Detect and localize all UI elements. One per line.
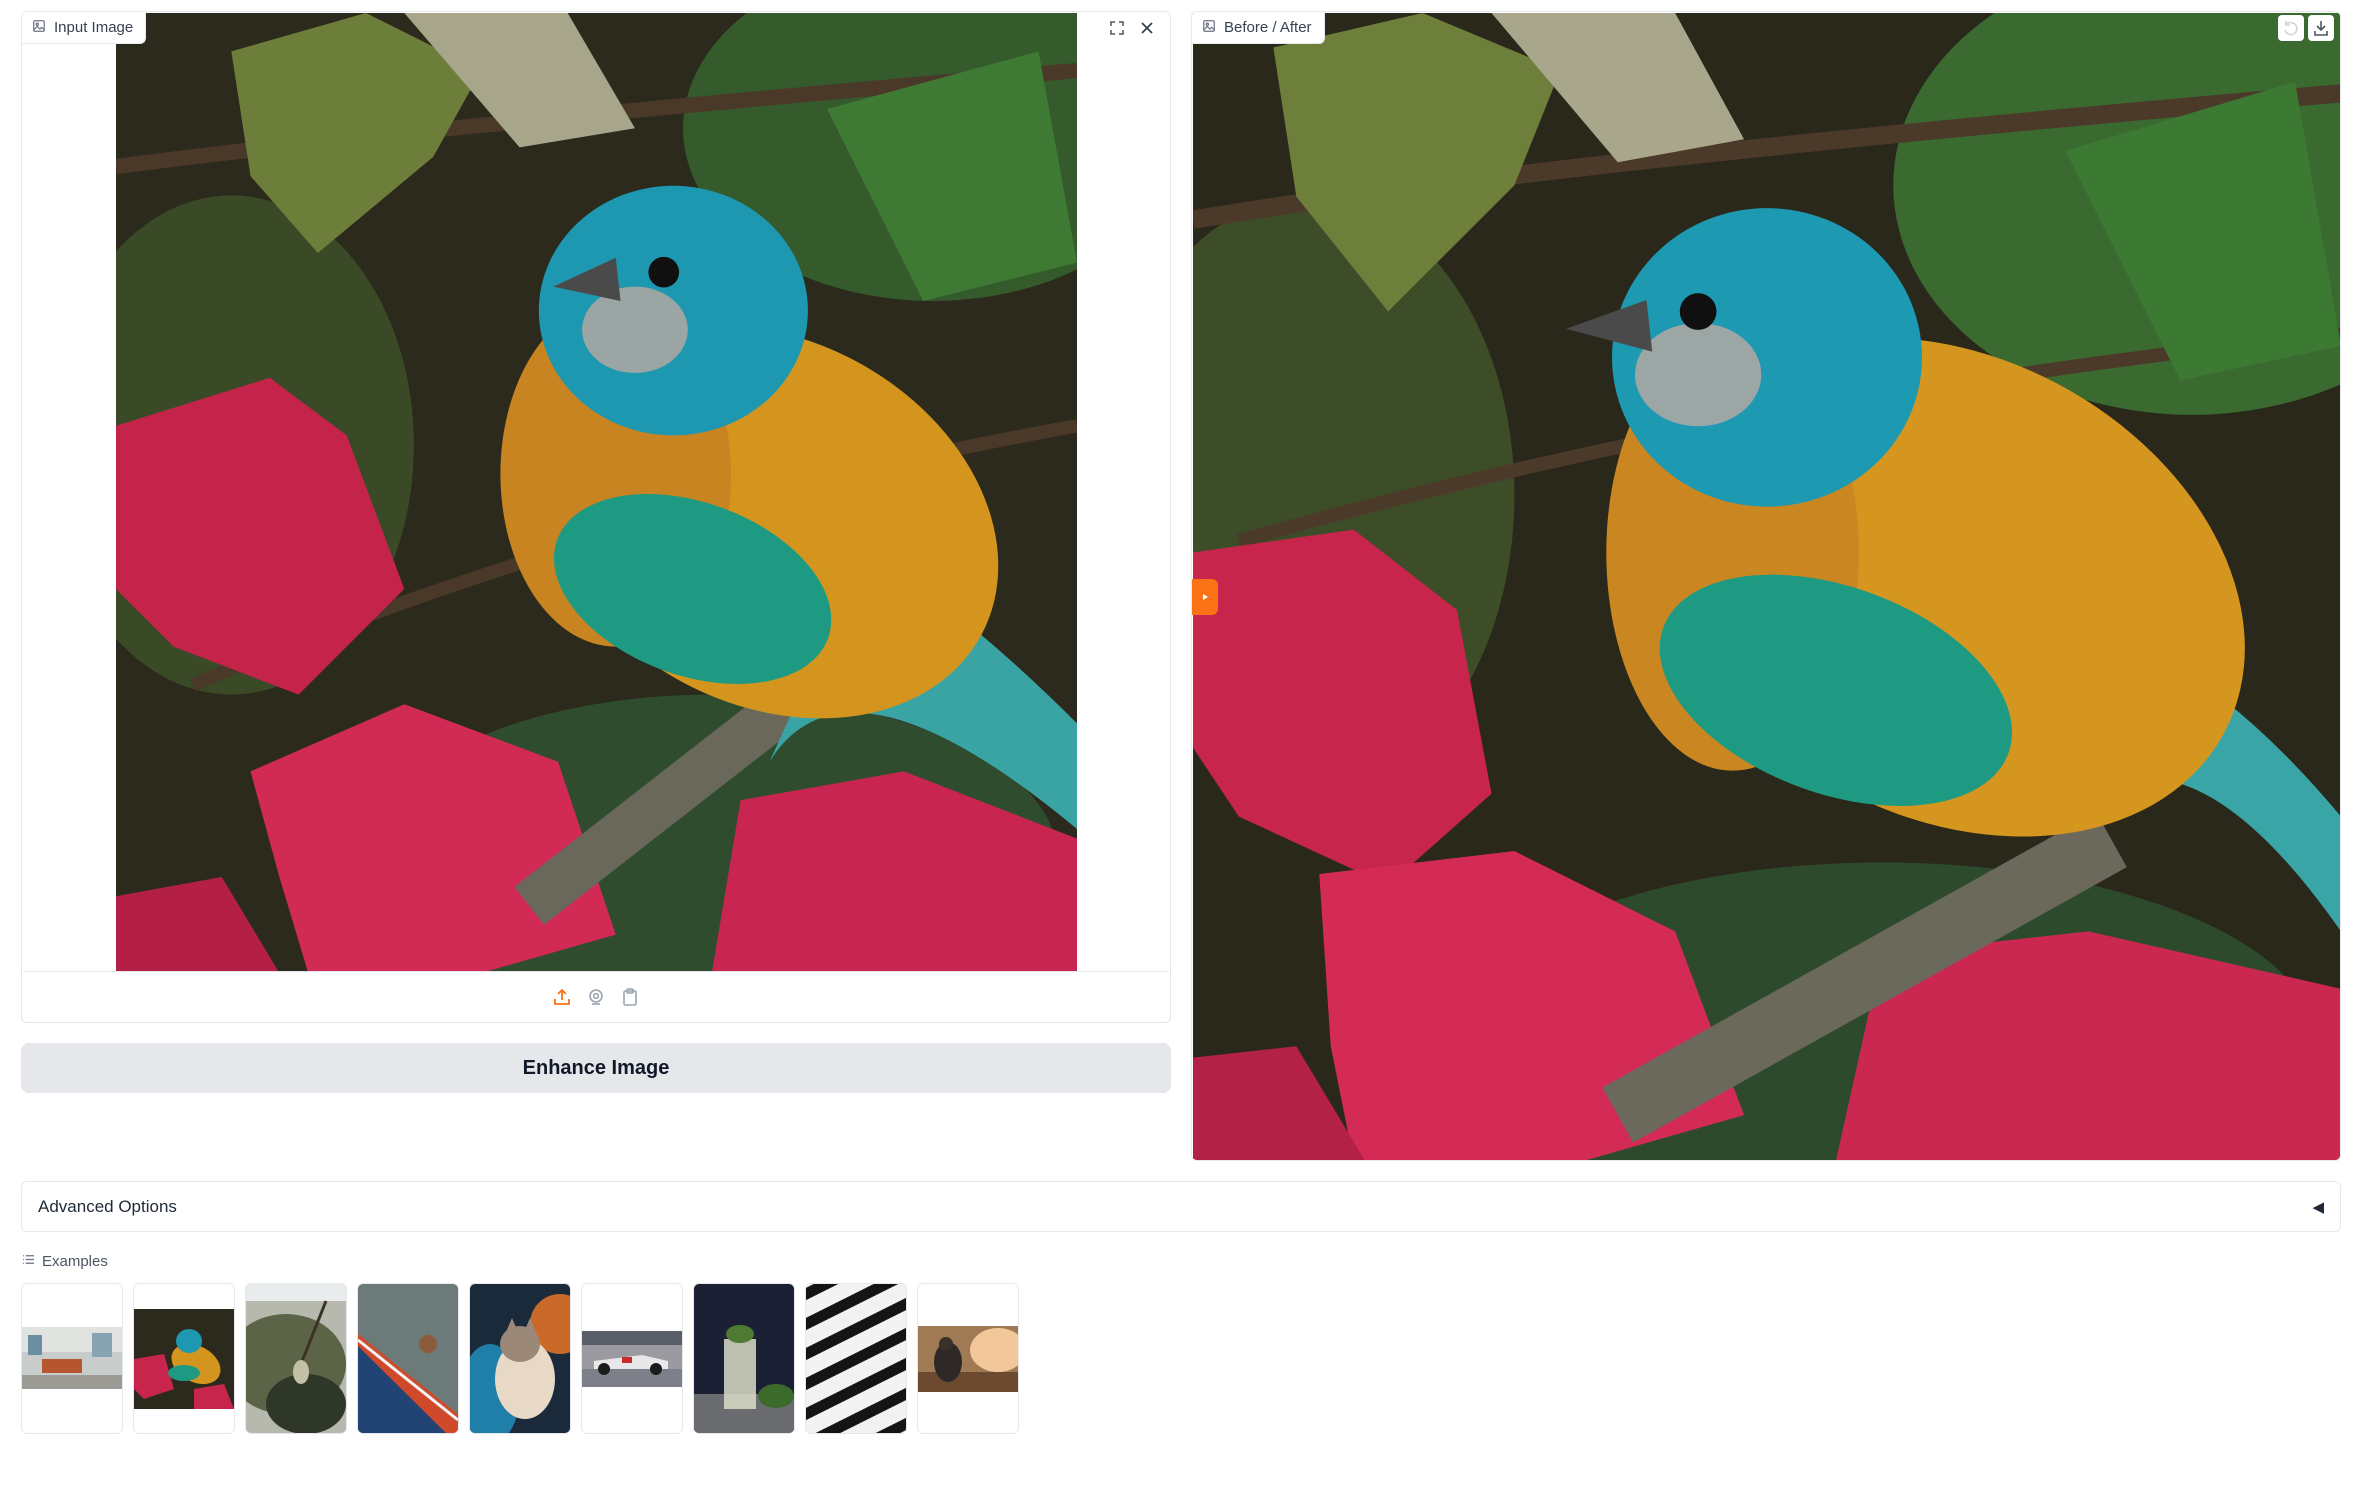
upload-icon[interactable] [552, 987, 572, 1007]
undo-icon[interactable] [2278, 15, 2304, 41]
source-selector [23, 971, 1169, 1021]
example-living-room[interactable] [21, 1283, 123, 1434]
example-hanging-plant[interactable] [245, 1283, 347, 1434]
example-bird[interactable] [133, 1283, 235, 1434]
example-cocktail[interactable] [693, 1283, 795, 1434]
example-zebra-pattern[interactable] [805, 1283, 907, 1434]
image-icon [1202, 19, 1216, 37]
example-race-car[interactable] [581, 1283, 683, 1434]
input-image-label: Input Image [54, 19, 134, 36]
webcam-icon[interactable] [586, 987, 606, 1007]
before-after-slider-handle[interactable] [1192, 579, 1218, 615]
collapse-arrow-icon[interactable]: ◀ [2312, 1198, 2324, 1216]
before-after-label: Before / After [1224, 19, 1312, 36]
clipboard-icon[interactable] [620, 987, 640, 1007]
fullscreen-icon[interactable] [1104, 15, 1130, 41]
enhance-image-button[interactable]: Enhance Image [21, 1043, 1171, 1093]
input-image-panel[interactable]: Input Image [21, 11, 1171, 1023]
download-icon[interactable] [2308, 15, 2334, 41]
input-image-tag: Input Image [22, 12, 147, 44]
example-cat[interactable] [469, 1283, 571, 1434]
enhanced-bird-photo [1193, 13, 2340, 1160]
before-after-tag: Before / After [1192, 12, 1325, 44]
advanced-options-label: Advanced Options [38, 1196, 177, 1216]
input-bird-photo [116, 13, 1077, 973]
example-person-forest[interactable] [917, 1283, 1019, 1434]
close-icon[interactable] [1134, 15, 1160, 41]
list-icon [22, 1253, 35, 1270]
advanced-options-accordion[interactable]: Advanced Options ◀ [21, 1181, 2341, 1232]
before-after-panel[interactable]: Before / After [1191, 11, 2341, 1161]
examples-header: Examples [22, 1253, 108, 1270]
image-icon [32, 19, 46, 37]
examples-label: Examples [42, 1253, 108, 1270]
example-tennis-court[interactable] [357, 1283, 459, 1434]
